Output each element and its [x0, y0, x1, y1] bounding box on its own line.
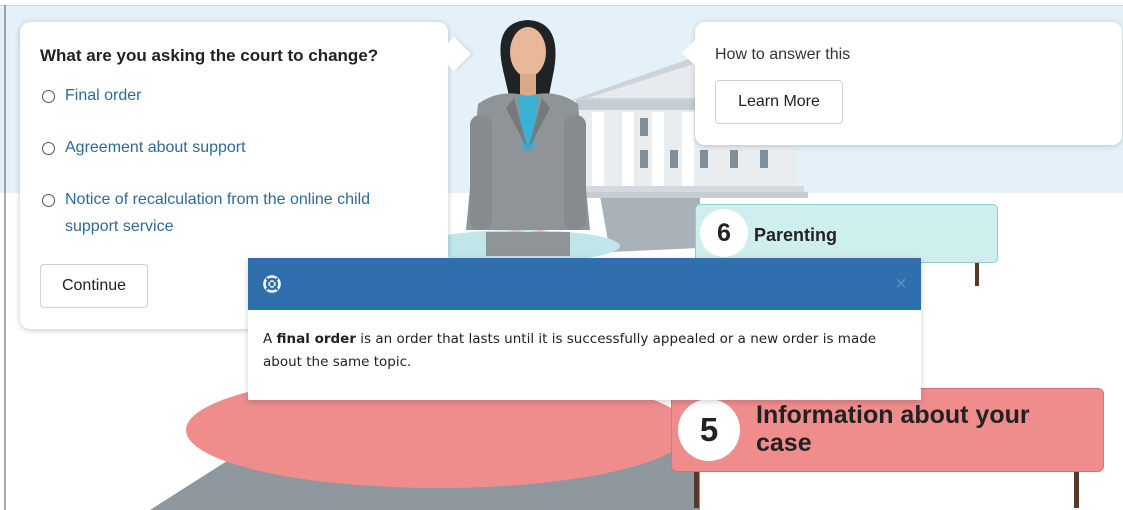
top-edge-line — [0, 5, 1123, 6]
help-title: How to answer this — [715, 46, 851, 63]
option-notice-of-recalculation[interactable]: Notice of recalculation from the online … — [42, 190, 425, 240]
option-final-order[interactable]: Final order — [42, 86, 425, 109]
definition-text: A final order is an order that lasts unt… — [263, 328, 893, 374]
popup-header: × — [248, 258, 921, 310]
continue-button[interactable]: Continue — [40, 264, 148, 308]
radio-agreement-about-support[interactable] — [42, 142, 55, 155]
option-label[interactable]: Agreement about support — [65, 134, 425, 161]
option-label[interactable]: Notice of recalculation from the online … — [65, 186, 425, 240]
step5-leg-left — [694, 468, 699, 508]
option-agreement-about-support[interactable]: Agreement about support — [42, 138, 425, 161]
definition-popup: × A final order is an order that lasts u… — [248, 258, 921, 400]
help-card: How to answer this Learn More — [682, 22, 1122, 145]
learn-more-button[interactable]: Learn More — [715, 80, 843, 124]
radio-notice-of-recalculation[interactable] — [42, 194, 55, 207]
step-number-badge: 5 — [678, 399, 740, 461]
step-label: Parenting — [754, 225, 838, 245]
step-sign-information-about-your-case: 5 Information about your case — [671, 388, 1104, 472]
close-icon[interactable]: × — [891, 274, 911, 294]
definition-term: final order — [276, 331, 356, 347]
option-label[interactable]: Final order — [65, 82, 425, 109]
step-number-badge: 6 — [700, 209, 748, 257]
step-sign-parenting: 6 Parenting — [695, 204, 998, 263]
step5-leg-right — [1074, 468, 1079, 508]
radio-final-order[interactable] — [42, 90, 55, 103]
step-label: Information about your case — [756, 401, 1030, 457]
lifebuoy-icon — [263, 275, 281, 293]
definition-text-before: A — [263, 331, 277, 347]
question-title: What are you asking the court to change? — [40, 46, 379, 65]
